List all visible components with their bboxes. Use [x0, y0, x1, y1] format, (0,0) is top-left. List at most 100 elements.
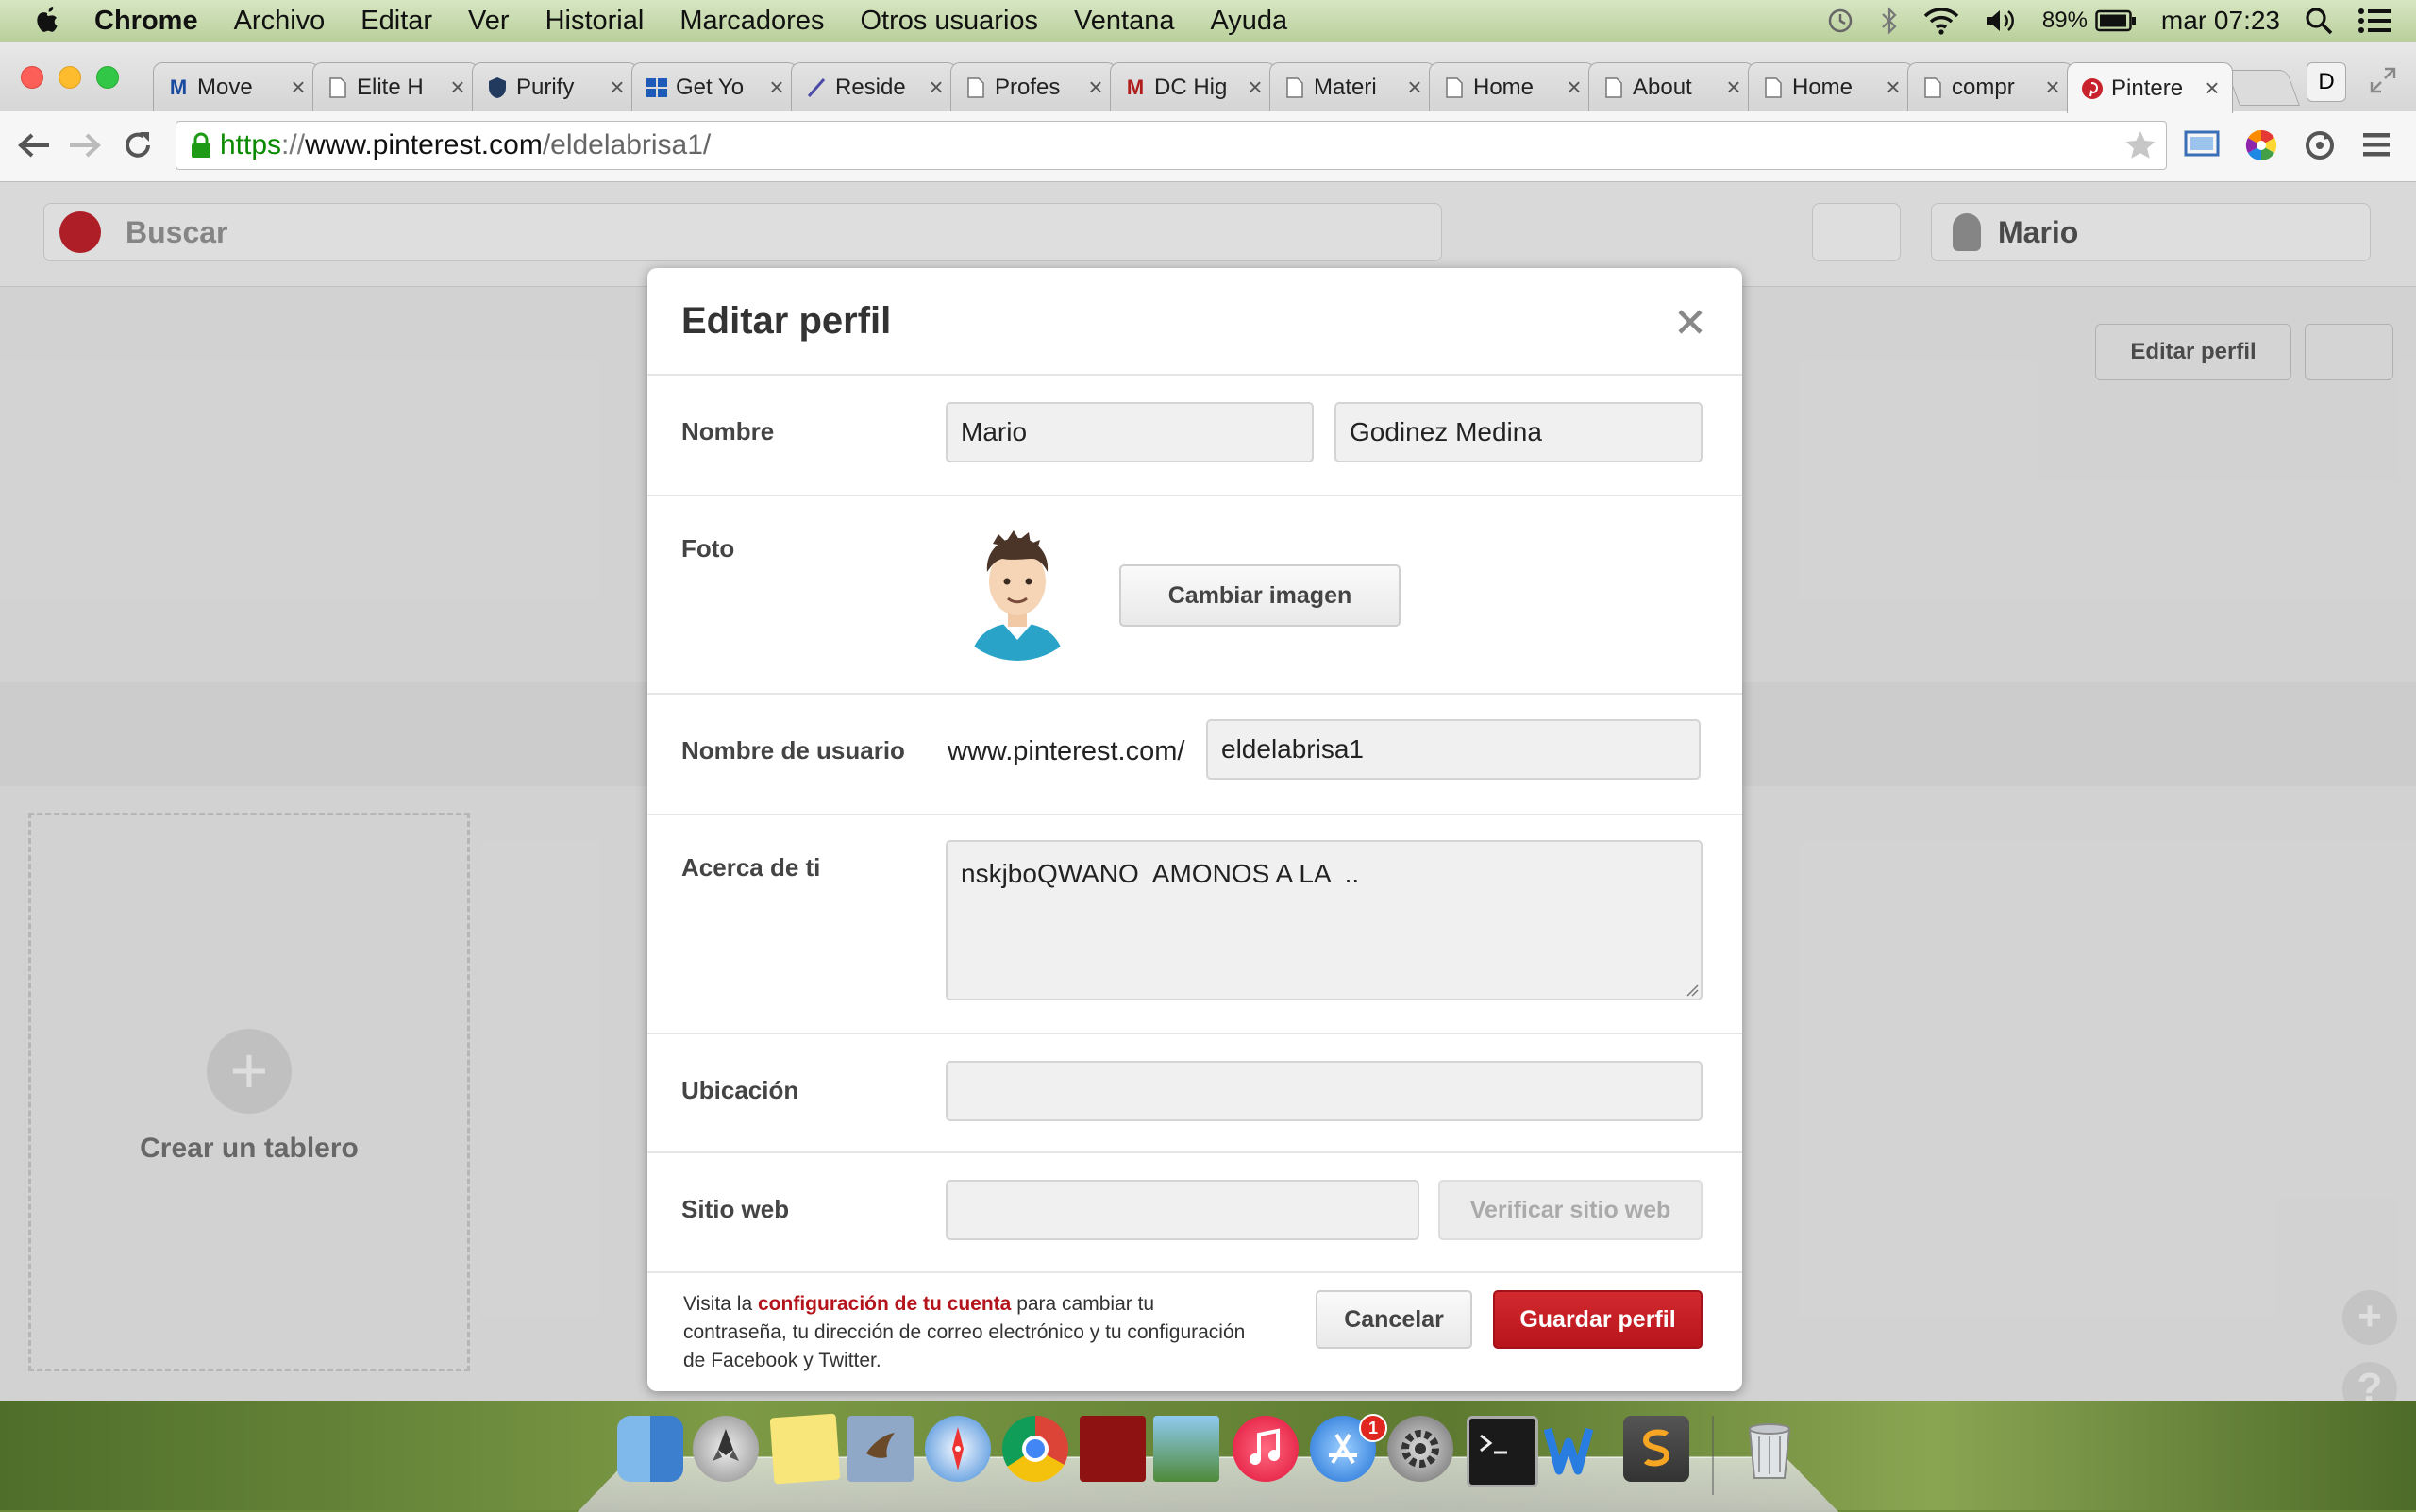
sync-extension-icon[interactable] — [2303, 128, 2337, 162]
notes-icon[interactable] — [769, 1413, 841, 1485]
location-field[interactable] — [946, 1061, 1703, 1121]
apple-menu-icon[interactable] — [0, 5, 94, 37]
username-prefix: www.pinterest.com/ — [948, 736, 1185, 766]
battery-icon[interactable] — [2095, 9, 2137, 32]
profile-photo — [946, 519, 1089, 661]
mail-icon[interactable] — [847, 1416, 914, 1482]
menu-ventana[interactable]: Ventana — [1074, 6, 1174, 37]
color-wheel-extension-icon[interactable] — [2244, 128, 2278, 162]
tab-purify[interactable]: Purify × — [472, 62, 638, 111]
tab-close-icon[interactable]: × — [1723, 73, 1744, 102]
about-textarea[interactable]: nskjboQWANO AMONOS A LA .. — [946, 840, 1703, 1000]
browser-toolbar: https :// www.pinterest.com /eldelabrisa… — [0, 111, 2416, 182]
tab-favicon-page-icon — [1284, 76, 1306, 99]
dock-separator — [1712, 1416, 1714, 1495]
menubar-clock[interactable]: mar 07:23 — [2161, 6, 2280, 36]
tab-profes[interactable]: Profes × — [950, 62, 1116, 111]
first-name-field[interactable]: Mario — [946, 402, 1314, 462]
iphoto-icon[interactable] — [1153, 1416, 1219, 1482]
tab-elite[interactable]: Elite H × — [312, 62, 478, 111]
battery-percent[interactable]: 89% — [2042, 8, 2088, 34]
url-scheme: https — [220, 129, 282, 160]
tab-favicon-pinterest-icon — [2081, 77, 2104, 100]
menu-editar[interactable]: Editar — [361, 6, 432, 37]
wifi-icon[interactable] — [1923, 7, 1959, 35]
window-zoom-button[interactable] — [96, 66, 119, 89]
bluetooth-icon[interactable] — [1880, 6, 1899, 36]
forward-arrow-icon[interactable] — [64, 125, 106, 166]
tab-get-your[interactable]: Get Yo × — [631, 62, 797, 111]
tab-close-icon[interactable]: × — [607, 73, 628, 102]
sublime-text-icon[interactable] — [1623, 1416, 1689, 1482]
tab-close-icon[interactable]: × — [1085, 73, 1106, 102]
menu-marcadores[interactable]: Marcadores — [680, 6, 824, 37]
menu-historial[interactable]: Historial — [545, 6, 645, 37]
photo-booth-icon[interactable] — [1080, 1416, 1146, 1482]
reload-icon[interactable] — [117, 125, 159, 166]
change-image-button[interactable]: Cambiar imagen — [1119, 564, 1401, 627]
tab-close-icon[interactable]: × — [447, 73, 468, 102]
system-preferences-icon[interactable] — [1387, 1416, 1453, 1482]
website-field[interactable] — [946, 1180, 1419, 1240]
tab-close-icon[interactable]: × — [2202, 74, 2223, 103]
tab-close-icon[interactable]: × — [926, 73, 947, 102]
tab-compr[interactable]: compr × — [1907, 62, 2073, 111]
tab-pinterest[interactable]: Pintere × — [2067, 62, 2233, 113]
tab-close-icon[interactable]: × — [766, 73, 787, 102]
username-field[interactable]: eldelabrisa1 — [1206, 719, 1701, 780]
tab-close-icon[interactable]: × — [288, 73, 309, 102]
last-name-field[interactable]: Godinez Medina — [1334, 402, 1703, 462]
verify-website-button[interactable]: Verificar sitio web — [1438, 1180, 1703, 1240]
menu-otros-usuarios[interactable]: Otros usuarios — [860, 6, 1038, 37]
menu-ayuda[interactable]: Ayuda — [1210, 6, 1287, 37]
spotlight-search-icon[interactable] — [2305, 7, 2333, 35]
tab-dc-high[interactable]: M DC Hig × — [1110, 62, 1276, 111]
tab-move[interactable]: M Move × — [153, 62, 319, 111]
tab-title: DC Hig — [1154, 74, 1228, 100]
word-icon[interactable] — [1544, 1416, 1610, 1482]
close-icon[interactable] — [1674, 306, 1706, 338]
tab-strip: M Move × Elite H × Purify × Get Yo × Res… — [0, 42, 2416, 113]
menu-archivo[interactable]: Archivo — [234, 6, 326, 37]
tab-home[interactable]: Home × — [1429, 62, 1595, 111]
secure-lock-icon[interactable] — [190, 131, 212, 160]
tab-title: Get Yo — [676, 74, 745, 100]
finder-icon[interactable] — [617, 1416, 683, 1482]
itunes-icon[interactable] — [1233, 1416, 1299, 1482]
tab-favicon-page-icon — [1443, 76, 1466, 99]
save-profile-button[interactable]: Guardar perfil — [1493, 1290, 1703, 1349]
chrome-menu-icon[interactable] — [2361, 128, 2391, 160]
tab-materi[interactable]: Materi × — [1269, 62, 1435, 111]
tab-close-icon[interactable]: × — [1564, 73, 1585, 102]
tab-residence[interactable]: Reside × — [791, 62, 957, 111]
notification-center-icon[interactable] — [2357, 7, 2391, 35]
trash-icon[interactable] — [1736, 1416, 1803, 1482]
tab-close-icon[interactable]: × — [1404, 73, 1425, 102]
back-arrow-icon[interactable] — [13, 125, 55, 166]
fullscreen-arrows-icon[interactable] — [2369, 66, 2397, 94]
tab-home-2[interactable]: Home × — [1748, 62, 1914, 111]
volume-icon[interactable] — [1984, 7, 2018, 35]
menu-app-name[interactable]: Chrome — [94, 6, 198, 37]
terminal-icon[interactable] — [1467, 1416, 1538, 1487]
time-machine-icon[interactable] — [1825, 6, 1855, 36]
textarea-resize-handle-icon[interactable] — [1686, 983, 1699, 997]
menu-ver[interactable]: Ver — [468, 6, 510, 37]
chrome-icon[interactable] — [1002, 1416, 1068, 1482]
bookmark-star-icon[interactable] — [2124, 129, 2156, 161]
safari-icon[interactable] — [925, 1416, 991, 1482]
new-tab-button[interactable] — [2226, 70, 2300, 106]
cancel-button[interactable]: Cancelar — [1316, 1290, 1472, 1349]
window-close-button[interactable] — [21, 66, 43, 89]
account-settings-link[interactable]: configuración de tu cuenta — [758, 1293, 1011, 1315]
website-label: Sitio web — [681, 1195, 790, 1223]
tab-about[interactable]: About × — [1588, 62, 1754, 111]
tab-close-icon[interactable]: × — [1883, 73, 1904, 102]
launchpad-icon[interactable] — [693, 1416, 759, 1482]
cast-screen-icon[interactable] — [2184, 128, 2220, 160]
address-bar[interactable]: https :// www.pinterest.com /eldelabrisa… — [176, 121, 2167, 170]
profile-button[interactable]: D — [2307, 62, 2346, 102]
tab-close-icon[interactable]: × — [2042, 73, 2063, 102]
tab-close-icon[interactable]: × — [1245, 73, 1266, 102]
window-minimize-button[interactable] — [59, 66, 81, 89]
